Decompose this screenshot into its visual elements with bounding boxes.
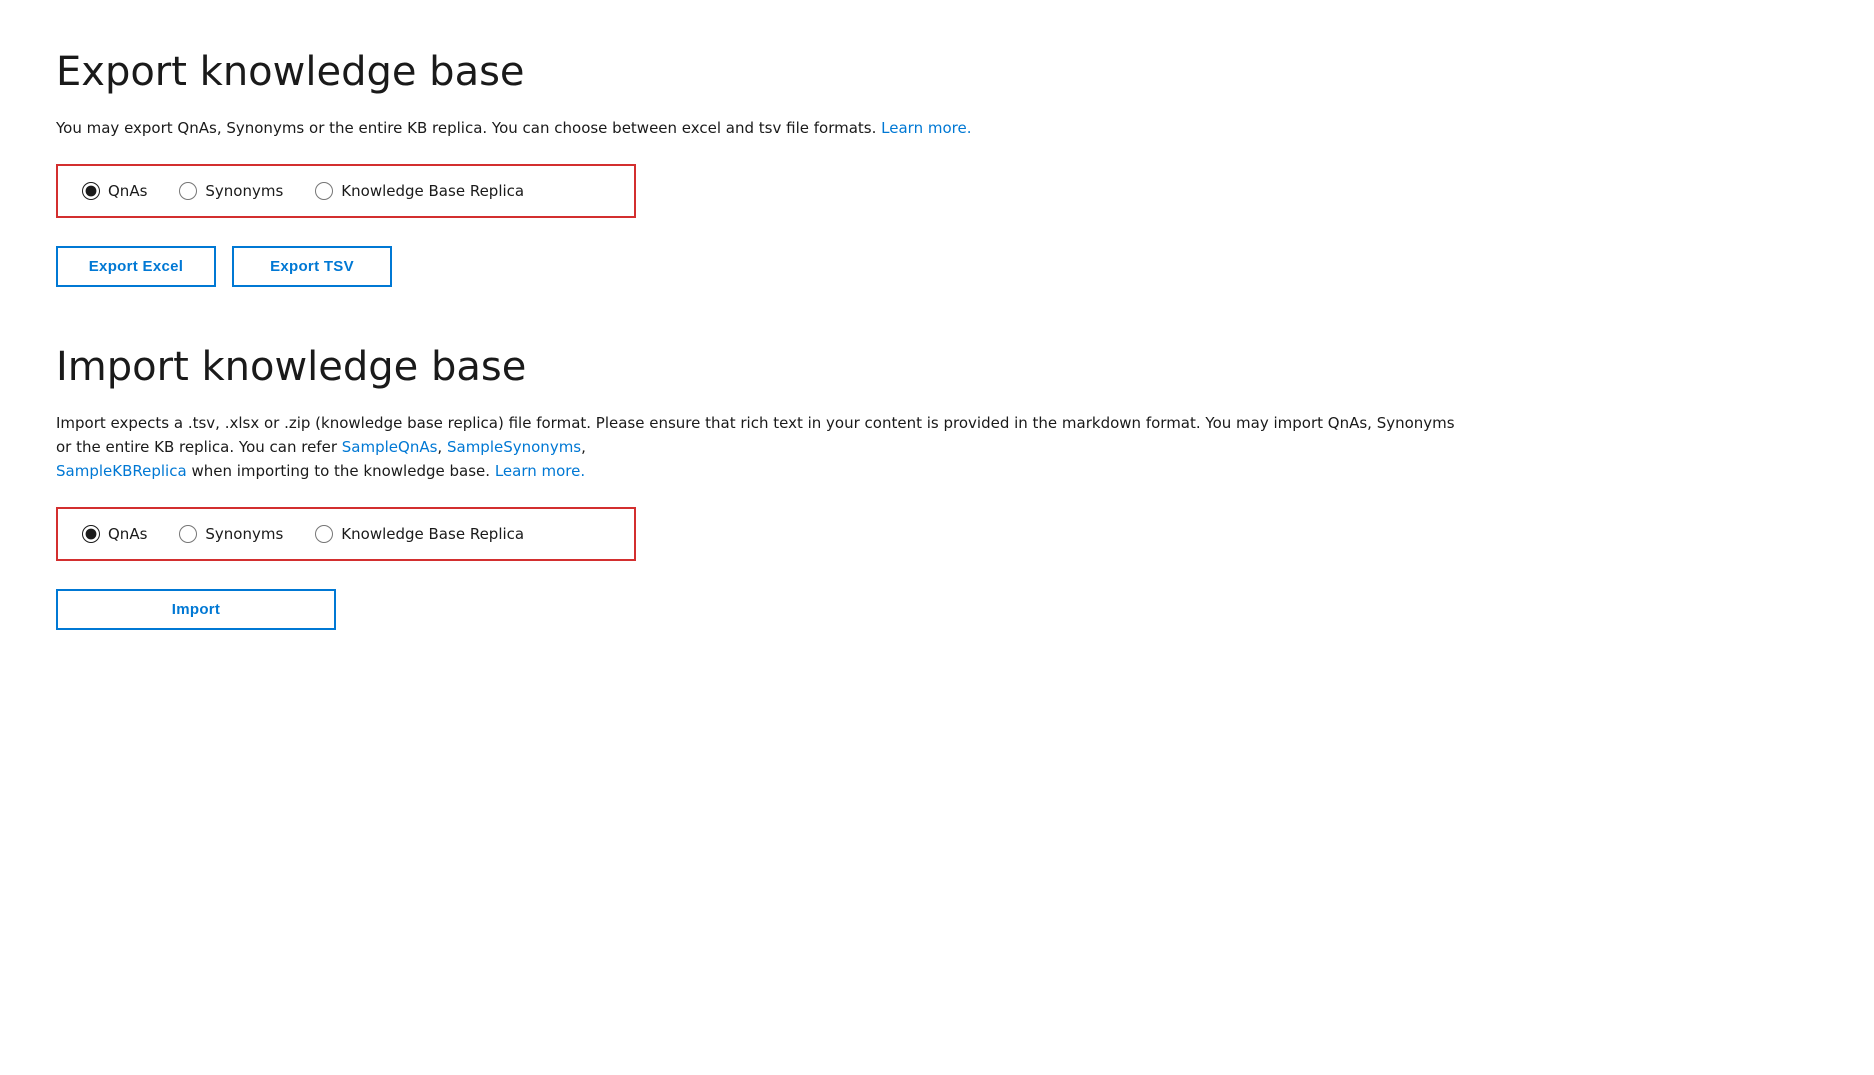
- import-synonyms-radio[interactable]: [179, 525, 197, 543]
- import-radio-group: QnAs Synonyms Knowledge Base Replica: [56, 507, 636, 561]
- export-kb-replica-label: Knowledge Base Replica: [341, 182, 524, 200]
- import-desc-before: Import expects a .tsv, .xlsx or .zip (kn…: [56, 414, 1455, 456]
- export-qnas-option[interactable]: QnAs: [82, 182, 147, 200]
- import-qnas-radio[interactable]: [82, 525, 100, 543]
- export-qnas-radio[interactable]: [82, 182, 100, 200]
- export-learn-more-link[interactable]: Learn more.: [881, 119, 971, 137]
- import-kb-replica-radio[interactable]: [315, 525, 333, 543]
- export-tsv-button[interactable]: Export TSV: [232, 246, 392, 287]
- import-learn-more-link[interactable]: Learn more.: [495, 462, 585, 480]
- import-button[interactable]: Import: [56, 589, 336, 630]
- export-synonyms-option[interactable]: Synonyms: [179, 182, 283, 200]
- import-kb-replica-option[interactable]: Knowledge Base Replica: [315, 525, 524, 543]
- import-button-group: Import: [56, 589, 1818, 630]
- export-kb-replica-radio[interactable]: [315, 182, 333, 200]
- sample-synonyms-link[interactable]: SampleSynonyms: [447, 438, 581, 456]
- export-qnas-label: QnAs: [108, 182, 147, 200]
- sample-qnas-link[interactable]: SampleQnAs: [342, 438, 438, 456]
- import-title: Import knowledge base: [56, 343, 1818, 391]
- import-description: Import expects a .tsv, .xlsx or .zip (kn…: [56, 411, 1456, 483]
- import-qnas-option[interactable]: QnAs: [82, 525, 147, 543]
- import-synonyms-option[interactable]: Synonyms: [179, 525, 283, 543]
- import-desc-after: when importing to the knowledge base.: [191, 462, 490, 480]
- comma2: ,: [581, 438, 586, 456]
- export-description: You may export QnAs, Synonyms or the ent…: [56, 116, 1456, 140]
- export-radio-group: QnAs Synonyms Knowledge Base Replica: [56, 164, 636, 218]
- export-synonyms-label: Synonyms: [205, 182, 283, 200]
- import-kb-replica-label: Knowledge Base Replica: [341, 525, 524, 543]
- export-button-group: Export Excel Export TSV: [56, 246, 1818, 287]
- export-section: Export knowledge base You may export QnA…: [56, 48, 1818, 287]
- export-kb-replica-option[interactable]: Knowledge Base Replica: [315, 182, 524, 200]
- export-synonyms-radio[interactable]: [179, 182, 197, 200]
- export-excel-button[interactable]: Export Excel: [56, 246, 216, 287]
- import-synonyms-label: Synonyms: [205, 525, 283, 543]
- import-section: Import knowledge base Import expects a .…: [56, 343, 1818, 630]
- import-qnas-label: QnAs: [108, 525, 147, 543]
- comma1: ,: [437, 438, 442, 456]
- export-title: Export knowledge base: [56, 48, 1818, 96]
- export-desc-text: You may export QnAs, Synonyms or the ent…: [56, 119, 876, 137]
- sample-kb-replica-link[interactable]: SampleKBReplica: [56, 462, 187, 480]
